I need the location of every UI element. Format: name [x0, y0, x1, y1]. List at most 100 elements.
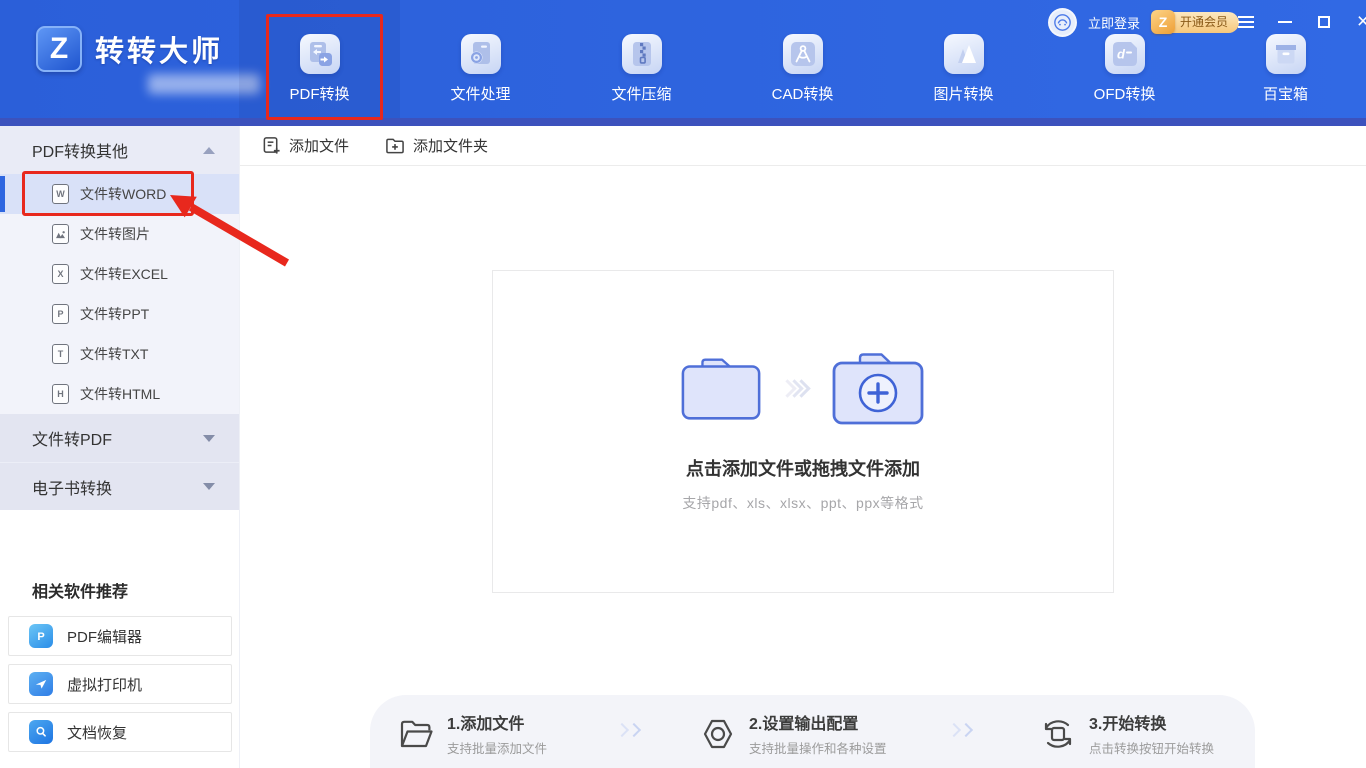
sidebar-item-to-html[interactable]: H 文件转HTML: [0, 374, 239, 414]
image-doc-icon: [52, 224, 69, 244]
tab-label: 百宝箱: [1262, 86, 1308, 103]
step-title: 3.开始转换: [1089, 716, 1167, 733]
maximize-icon[interactable]: [1314, 12, 1334, 32]
step-title: 2.设置输出配置: [749, 716, 859, 733]
minimize-icon[interactable]: [1275, 12, 1295, 32]
chevron-down-icon: [203, 483, 215, 490]
pdf-convert-icon: [299, 34, 340, 74]
tab-label: 文件压缩: [611, 86, 672, 103]
convert-refresh-icon: [1044, 719, 1072, 748]
sidebar-section-pdf-convert-other[interactable]: PDF转换其他: [0, 126, 239, 174]
sidebar-section-ebook-convert[interactable]: 电子书转换: [0, 462, 239, 510]
step-separator-chevrons: [614, 722, 642, 738]
tab-label: PDF转换: [289, 86, 350, 103]
sidebar-item-to-image[interactable]: 文件转图片: [0, 214, 239, 254]
tab-cad-convert[interactable]: CAD转换: [722, 0, 883, 118]
sidebar-item-to-ppt[interactable]: P 文件转PPT: [0, 294, 239, 334]
app-logo: Z 转转大师: [36, 26, 260, 94]
step-desc: 支持批量添加文件: [447, 742, 548, 756]
sidebar-item-label: 文件转PPT: [80, 306, 150, 322]
svg-text:d: d: [1117, 47, 1126, 62]
step-separator-chevrons: [946, 722, 974, 738]
add-file-button[interactable]: 添加文件: [262, 135, 349, 156]
avatar[interactable]: [1048, 8, 1077, 37]
section-label: 文件转PDF: [32, 432, 113, 449]
cad-convert-icon: [782, 34, 823, 74]
tab-label: CAD转换: [771, 86, 834, 103]
pdf-editor-icon: P: [29, 624, 53, 648]
window-controls: ×: [1236, 11, 1366, 32]
tab-file-process[interactable]: 文件处理: [400, 0, 561, 118]
dropzone-illustration: [679, 349, 928, 427]
vip-badge[interactable]: Z 开通会员: [1151, 10, 1240, 34]
header-bottom-strip: [0, 118, 1366, 126]
dropzone-subtitle: 支持pdf、xls、xlsx、ppt、ppx等格式: [682, 495, 924, 511]
chevron-up-icon: [203, 146, 215, 154]
virtual-printer-icon: [29, 672, 53, 696]
svg-text:P: P: [37, 631, 44, 643]
section-label: 电子书转换: [32, 480, 113, 498]
toolbox-icon: [1265, 34, 1306, 74]
ppt-doc-icon: P: [52, 304, 69, 324]
app-card-label: 文档恢复: [67, 724, 128, 742]
sidebar: PDF转换其他 W 文件转WORD 文件转图片 X 文件转EXCEL P 文件转…: [0, 126, 240, 768]
settings-nut-icon: [703, 719, 733, 748]
vip-z-icon: Z: [1151, 10, 1176, 34]
folder-icon: [681, 358, 760, 420]
login-link[interactable]: 立即登录: [1088, 13, 1140, 32]
folder-outline-icon: [400, 720, 433, 747]
sidebar-item-list: W 文件转WORD 文件转图片 X 文件转EXCEL P 文件转PPT T 文件…: [0, 174, 239, 414]
add-file-icon: [263, 137, 280, 154]
main-panel: 添加文件 添加文件夹 点击添加文件或拖拽文件添加 支持pdf、xls、xlsx、…: [240, 126, 1366, 768]
logo-z-icon: Z: [36, 26, 82, 72]
app-card-doc-recovery[interactable]: 文档恢复: [8, 712, 232, 752]
file-compress-icon: [621, 34, 662, 74]
app-card-label: 虚拟打印机: [67, 676, 143, 694]
vip-label: 开通会员: [1180, 15, 1229, 29]
section-label: PDF转换其他: [32, 144, 129, 161]
app-card-label: PDF编辑器: [67, 628, 143, 646]
excel-doc-icon: X: [52, 264, 69, 284]
tab-label: 文件处理: [450, 86, 511, 103]
add-folder-label: 添加文件夹: [413, 138, 489, 155]
tab-image-convert[interactable]: 图片转换: [883, 0, 1044, 118]
step-configure-output: 2.设置输出配置 支持批量操作和各种设置: [700, 710, 887, 757]
file-process-icon: [460, 34, 501, 74]
sidebar-item-to-txt[interactable]: T 文件转TXT: [0, 334, 239, 374]
sidebar-item-label: 文件转EXCEL: [80, 266, 168, 282]
sidebar-item-label: 文件转WORD: [80, 186, 167, 202]
tab-label: 图片转换: [933, 86, 994, 103]
sidebar-item-label: 文件转HTML: [80, 386, 161, 402]
sidebar-section-file-to-pdf[interactable]: 文件转PDF: [0, 414, 239, 462]
tab-file-compress[interactable]: 文件压缩: [561, 0, 722, 118]
add-folder-button[interactable]: 添加文件夹: [385, 135, 488, 156]
txt-doc-icon: T: [52, 344, 69, 364]
add-folder-plus-icon: [832, 353, 923, 425]
image-convert-icon: [943, 34, 984, 74]
word-doc-icon: W: [52, 184, 69, 204]
steps-band: 1.添加文件 支持批量添加文件 2.设置输出配置 支持批量操作和各种设置 3.开…: [370, 695, 1255, 768]
step-desc: 支持批量操作和各种设置: [749, 742, 887, 756]
file-dropzone[interactable]: 点击添加文件或拖拽文件添加 支持pdf、xls、xlsx、ppt、ppx等格式: [492, 270, 1114, 593]
tab-pdf-convert[interactable]: PDF转换: [239, 0, 400, 118]
ofd-convert-icon: d: [1104, 34, 1145, 74]
sidebar-item-to-excel[interactable]: X 文件转EXCEL: [0, 254, 239, 294]
app-title: 转转大师: [95, 36, 224, 68]
add-folder-icon: [386, 138, 404, 154]
app-card-pdf-editor[interactable]: P PDF编辑器: [8, 616, 232, 656]
step-desc: 点击转换按钮开始转换: [1089, 742, 1215, 756]
tab-label: OFD转换: [1093, 86, 1156, 103]
step-title: 1.添加文件: [447, 716, 525, 733]
add-file-label: 添加文件: [289, 138, 350, 155]
menu-icon[interactable]: [1236, 12, 1256, 32]
app-card-virtual-printer[interactable]: 虚拟打印机: [8, 664, 232, 704]
close-icon[interactable]: ×: [1353, 11, 1366, 32]
step-add-file: 1.添加文件 支持批量添加文件: [398, 710, 547, 757]
step-start-convert: 3.开始转换 点击转换按钮开始转换: [1040, 710, 1214, 757]
dropzone-title: 点击添加文件或拖拽文件添加: [686, 459, 920, 479]
sidebar-item-label: 文件转图片: [80, 226, 150, 242]
chevron-down-icon: [203, 434, 215, 442]
toolbar: 添加文件 添加文件夹: [240, 126, 1366, 166]
doc-recovery-icon: [29, 720, 53, 744]
sidebar-item-to-word[interactable]: W 文件转WORD: [0, 174, 239, 214]
